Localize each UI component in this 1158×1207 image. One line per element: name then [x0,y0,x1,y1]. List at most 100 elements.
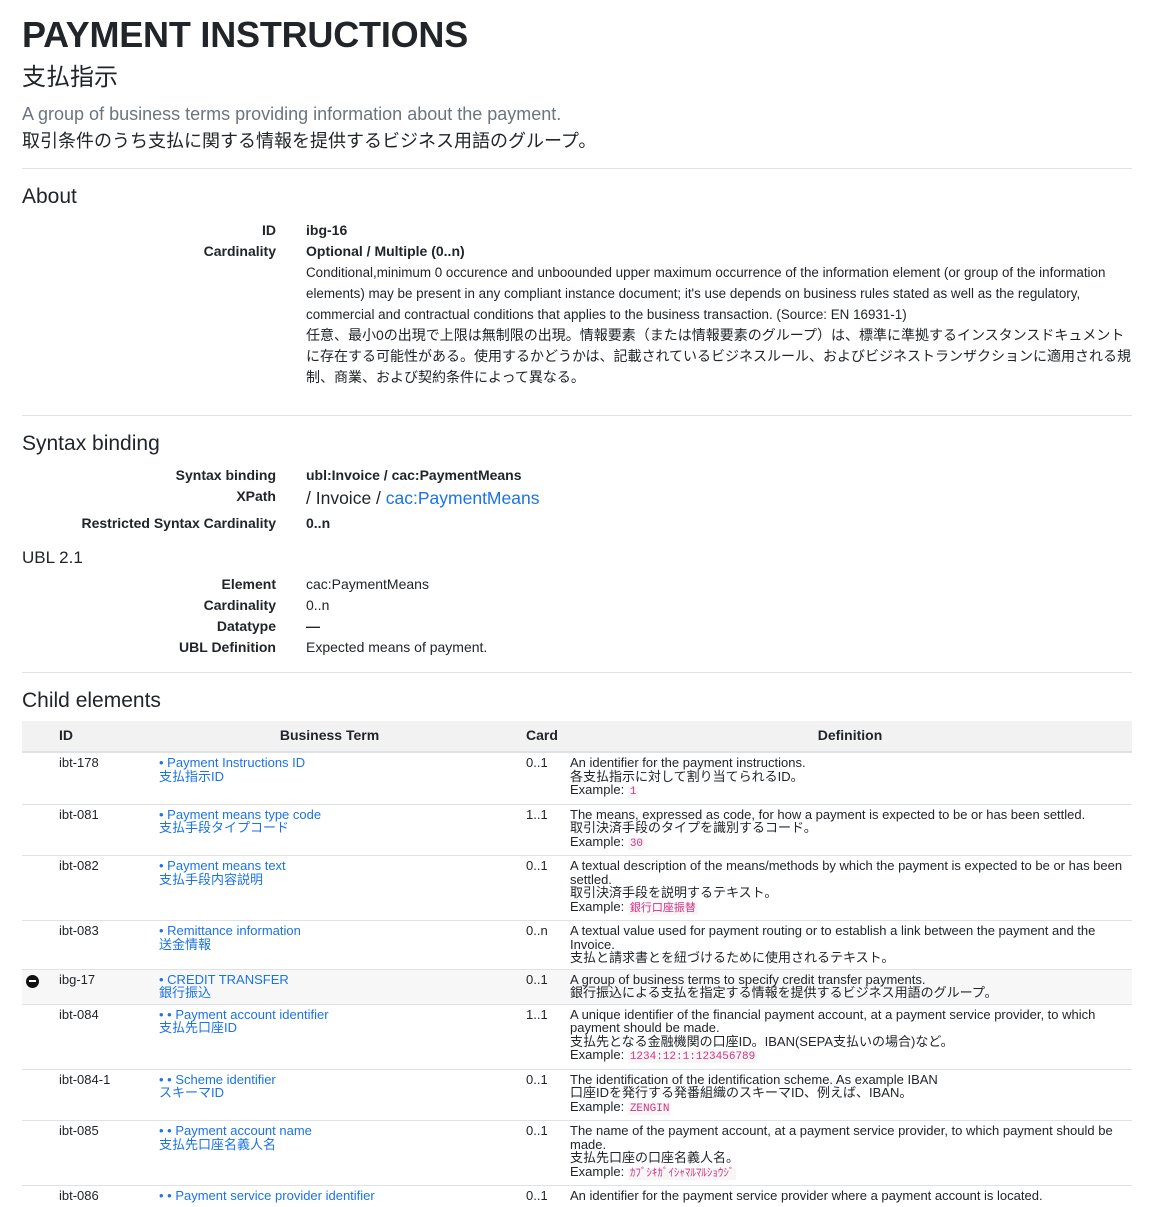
business-term-link[interactable]: • Remittance information [159,924,520,938]
definition-en: A group of business terms to specify cre… [570,971,926,987]
ubl-heading: UBL 2.1 [22,548,83,567]
cardinality-desc-en: Conditional,minimum 0 occurence and unbo… [306,265,1106,322]
id-value: ibg-16 [306,222,348,238]
row-card: 1..1 [524,803,568,856]
description-en: A group of business terms providing info… [22,104,562,124]
restricted-cardinality-label: Restricted Syntax Cardinality [81,515,276,531]
business-term-link[interactable]: • Payment means type code [159,807,520,822]
row-toggle [22,751,55,804]
table-row: ibt-083 • Remittance information 送金情報 0..n A… [22,920,1132,969]
example-label: Example: [570,1047,625,1062]
example-label: Example: [570,898,625,914]
ubl-cardinality-label: Cardinality [203,597,276,613]
xpath-prefix: / Invoice / [306,488,381,508]
cardinality-summary: Optional / Multiple (0..n) [306,243,465,259]
row-card: 0..1 [524,1120,568,1186]
definition-ja: 支払先となる金融機関の口座ID。IBAN(SEPA支払いの場合)など。 [570,1033,954,1049]
row-business-term: • • Scheme identifier スキーマID [135,1068,524,1121]
business-term-link[interactable]: • CREDIT TRANSFER [159,972,520,987]
definition-ja: 取引決済手段のタイプを識別するコード。 [570,820,817,835]
business-term-link[interactable]: • Payment means text [159,859,520,873]
row-toggle [22,855,55,921]
row-toggle [22,1120,55,1186]
row-toggle [22,803,55,856]
definition-en: A unique identifier of the financial pay… [570,1006,1096,1035]
ubl-definition-value: Expected means of payment. [306,639,488,655]
description-ja: 取引条件のうち支払に関する情報を提供するビジネス用語のグループ。 [22,131,597,151]
datatype-value: — [306,618,320,634]
header-definition: Definition [568,721,1132,753]
row-toggle [22,1068,55,1121]
row-toggle [22,920,55,969]
row-id: ibg-17 [55,968,135,1004]
example: Example: 1234:12:1:123456789 [570,1048,1128,1065]
example: Example: 30 [570,834,1128,852]
business-term-ja-link[interactable]: スキーマID [159,1086,520,1100]
child-elements-heading: Child elements [22,689,161,712]
row-id: ibt-084-1 [55,1068,135,1121]
example: Example: ZENGIN [570,1098,1128,1117]
cardinality-label: Cardinality [203,243,276,259]
header-id: ID [55,721,135,753]
definition-ja: 口座IDを発行する発番組織のスキーマID、例えば、IBAN。 [570,1085,913,1100]
id-label: ID [262,222,276,238]
divider [22,672,1132,673]
business-term-ja-link[interactable]: 銀行振込 [159,986,520,1000]
datatype-label: Datatype [216,618,276,634]
row-card: 0..1 [524,1185,568,1207]
example: Example: 銀行口座振替 [570,898,1128,917]
business-term-link[interactable]: • Payment Instructions ID [159,756,520,770]
example-value: 銀行口座振替 [627,902,698,915]
table-row: ibt-082 • Payment means text 支払手段内容説明 0..1 A… [22,855,1132,921]
row-definition: The means, expressed as code, for how a … [568,803,1132,856]
cardinality-desc-ja: 任意、最小0の出現で上限は無制限の出現。情報要素（または情報要素のグループ）は、… [306,327,1132,385]
table-row: ibg-17 • CREDIT TRANSFER 銀行振込 0..1 A group o… [22,968,1132,1004]
example-label: Example: [570,1098,625,1114]
row-definition: A textual value used for payment routing… [568,920,1132,969]
business-term-link[interactable]: • • Payment account identifier [159,1007,520,1022]
row-id: ibt-178 [55,751,135,804]
business-term-ja-link[interactable]: 支払先口座名義人名 [159,1137,520,1152]
page-title: PAYMENT INSTRUCTIONS [22,14,469,55]
row-id: ibt-086 [55,1185,135,1207]
business-term-ja-link[interactable]: 支払指示ID [159,769,520,784]
row-toggle [22,968,55,1004]
xpath-value: / Invoice / cac:PaymentMeans [306,486,1132,510]
definition-en: The name of the payment account, at a pa… [570,1123,1113,1152]
row-definition: A group of business terms to specify cre… [568,968,1132,1004]
business-term-ja-link[interactable]: 送金情報 [159,937,520,952]
ubl-cardinality-value: 0..n [306,597,330,613]
row-id: ibt-083 [55,920,135,969]
table-row: ibt-085 • • Payment account name 支払先口座名義人名… [22,1120,1132,1186]
business-term-ja-link[interactable]: 支払手段内容説明 [159,872,520,887]
definition-ja: 支払先口座の口座名義人名。 [570,1150,740,1165]
example-value: ZENGIN [627,1102,672,1115]
table-row: ibt-086 • • Payment service provider iden… [22,1185,1132,1207]
business-term-link[interactable]: • • Scheme identifier [159,1072,520,1087]
row-business-term: • • Payment service provider identifier [135,1185,524,1207]
cardinality-value: Optional / Multiple (0..n) Conditional,m… [306,241,1132,388]
element-label: Element [221,576,276,592]
row-definition: A textual description of the means/metho… [568,855,1132,921]
row-id: ibt-085 [55,1120,135,1186]
row-toggle [22,1185,55,1207]
header-business-term: Business Term [135,721,524,753]
xpath-link[interactable]: cac:PaymentMeans [386,488,540,508]
business-term-ja-link[interactable]: 支払先口座ID [159,1021,520,1035]
definition-en: A textual value used for payment routing… [570,923,1096,952]
row-card: 1..1 [524,1003,568,1069]
business-term-link[interactable]: • • Payment service provider identifier [159,1189,520,1203]
row-definition: An identifier for the payment service pr… [568,1185,1132,1207]
syntax-binding-value: ubl:Invoice / cac:PaymentMeans [306,467,522,483]
definition-ja: 各支払指示に対して割り当てられるID。 [570,768,804,784]
row-card: 0..n [524,920,568,969]
syntax-list: Syntax binding ubl:Invoice / cac:Payment… [22,465,1132,534]
example-label: Example: [570,782,625,797]
row-business-term: • CREDIT TRANSFER 銀行振込 [135,968,524,1004]
business-term-link[interactable]: • • Payment account name [159,1124,520,1138]
collapse-icon[interactable] [26,974,39,988]
business-term-ja-link[interactable]: 支払手段タイプコード [159,821,520,835]
definition-ja: 銀行振込による支払を指定する情報を提供するビジネス用語のグループ。 [570,985,998,1000]
example: Example: ｶﾌﾞｼｷｶﾞｲｼｬﾏﾙﾏﾙｼｮｳｼﾞ [570,1164,1128,1182]
definition-en: The identification of the identification… [570,1071,938,1087]
